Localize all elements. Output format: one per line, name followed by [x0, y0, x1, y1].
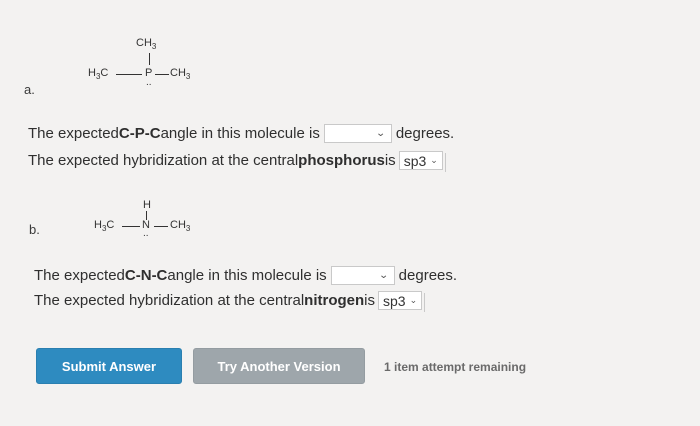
angle-b-select[interactable]: ⌄ [330, 266, 395, 285]
chevron-down-icon: ⌄ [409, 295, 418, 305]
molecule-b-right-bond [154, 226, 168, 227]
try-another-version-button[interactable]: Try Another Version [193, 348, 365, 384]
hybridization-a-select[interactable]: sp3 ⌄ [398, 151, 443, 170]
question-b-hyb-prefix: The expected hybridization at the centra… [34, 292, 305, 309]
molecule-a-top-group: CH3 [136, 37, 157, 52]
molecule-b-left-group: H3C [94, 219, 115, 234]
question-b-hyb-middle: is [364, 292, 376, 309]
molecule-a-left-bond [116, 74, 142, 75]
select-divider [444, 153, 454, 172]
chevron-down-icon: ⌄ [378, 270, 390, 281]
hybridization-b-select-value: sp3 [383, 292, 406, 309]
question-a-angle: The expected C-P-C angle in this molecul… [28, 124, 454, 143]
molecule-b-top-group: H [143, 199, 151, 211]
molecule-a-vertical-bond [149, 53, 150, 65]
question-b-hyb-atom: nitrogen [304, 292, 365, 309]
angle-a-select[interactable]: ⌄ [323, 124, 392, 143]
question-a-angle-middle: angle in this molecule is [160, 125, 320, 142]
molecule-b-lone-pair: .. [143, 228, 149, 239]
question-a-hyb-atom: phosphorus [298, 152, 385, 169]
question-b-hybridization: The expected hybridization at the centra… [34, 291, 433, 312]
question-b-angle-bond: C-N-C [124, 267, 168, 284]
chevron-down-icon: ⌄ [376, 128, 387, 139]
question-a-angle-prefix: The expected [28, 125, 119, 142]
chevron-down-icon: ⌄ [430, 155, 438, 165]
molecule-b-right-group: CH3 [170, 219, 191, 234]
molecule-b-left-bond [122, 226, 140, 227]
question-a-hybridization: The expected hybridization at the centra… [28, 151, 454, 172]
question-b-angle-prefix: The expected [34, 267, 125, 284]
molecule-a-lone-pair: .. [146, 77, 152, 88]
molecule-a-right-bond [155, 74, 169, 75]
submit-answer-button[interactable]: Submit Answer [36, 348, 182, 384]
question-b-angle-suffix: degrees. [398, 267, 458, 284]
select-divider [424, 293, 433, 312]
molecule-a-left-group: H3C [88, 67, 109, 82]
hybridization-a-select-value: sp3 [403, 152, 427, 169]
question-a-angle-suffix: degrees. [395, 125, 455, 142]
molecule-a-right-group: CH3 [170, 67, 191, 82]
hybridization-b-select[interactable]: sp3 ⌄ [378, 291, 423, 310]
question-b-angle-middle: angle in this molecule is [167, 267, 327, 284]
question-a-hyb-prefix: The expected hybridization at the centra… [28, 152, 299, 169]
part-b-label: b. [29, 222, 40, 237]
part-a-label: a. [24, 82, 35, 97]
question-a-angle-bond: C-P-C [118, 125, 161, 142]
attempts-remaining-text: 1 item attempt remaining [384, 360, 527, 374]
question-b-angle: The expected C-N-C angle in this molecul… [34, 266, 457, 285]
question-a-hyb-middle: is [384, 152, 396, 169]
